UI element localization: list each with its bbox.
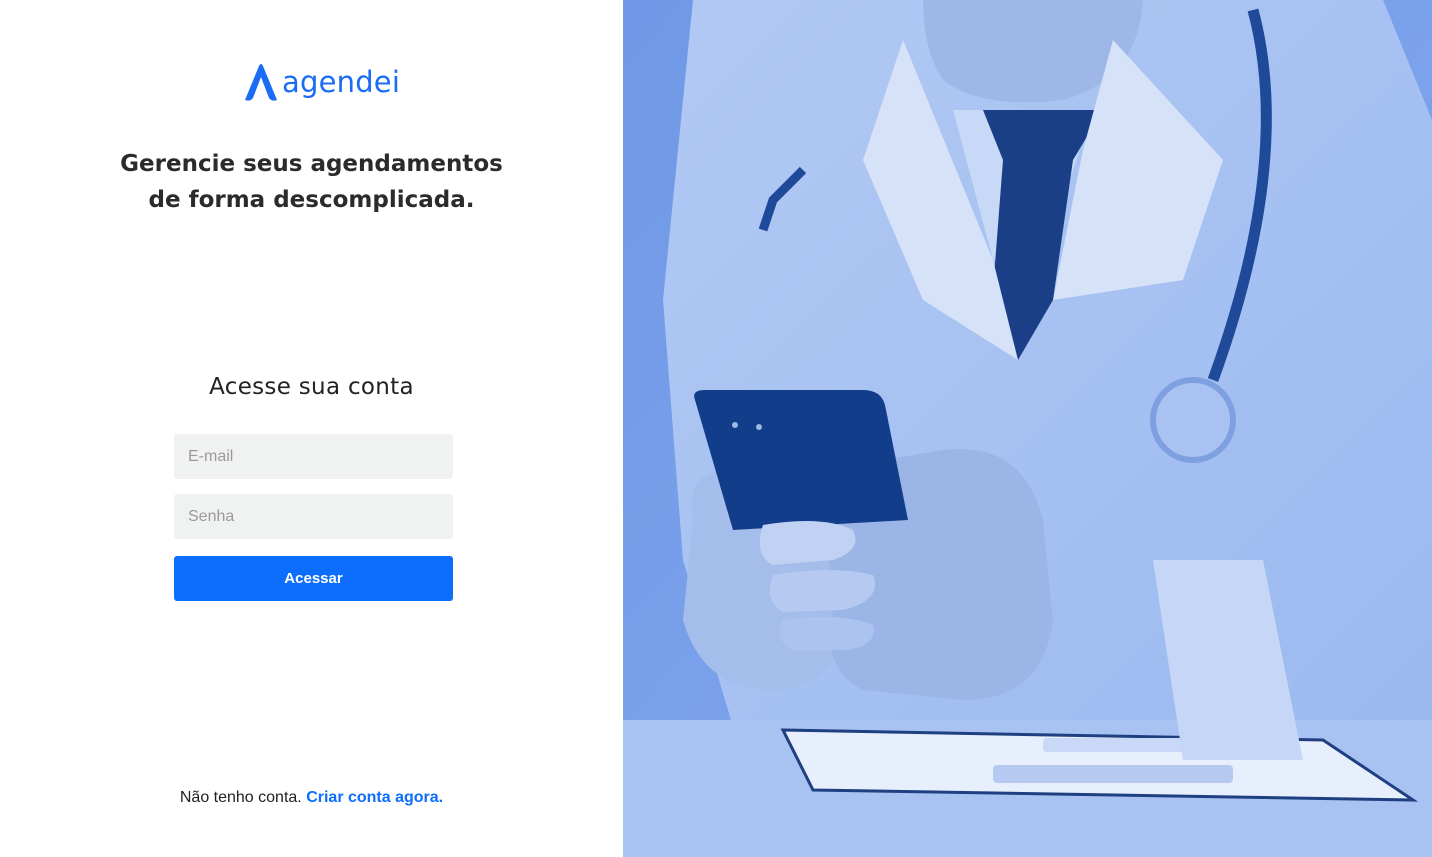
signup-text: Não tenho conta. bbox=[179, 789, 302, 806]
login-panel: agendei Gerencie seus agendamentos de fo… bbox=[0, 0, 623, 857]
tagline-line-2: de forma descomplicada. bbox=[148, 187, 475, 213]
login-page: agendei Gerencie seus agendamentos de fo… bbox=[0, 0, 1432, 857]
signup-link[interactable]: Criar conta agora. bbox=[306, 789, 443, 806]
hero-image-panel bbox=[623, 0, 1432, 857]
signup-prompt: Não tenho conta. Criar conta agora. bbox=[0, 789, 623, 807]
doctor-with-phone-photo bbox=[623, 0, 1432, 857]
login-button[interactable]: Acessar bbox=[174, 556, 453, 601]
login-title: Acesse sua conta bbox=[209, 374, 414, 400]
tagline: Gerencie seus agendamentos de forma desc… bbox=[0, 146, 623, 218]
tagline-line-1: Gerencie seus agendamentos bbox=[120, 151, 503, 177]
password-field[interactable] bbox=[174, 494, 453, 539]
brand-name: agendei bbox=[282, 65, 401, 99]
email-field[interactable] bbox=[174, 434, 453, 479]
brand-logo: agendei bbox=[242, 62, 400, 102]
agendei-logo-icon bbox=[245, 64, 277, 101]
